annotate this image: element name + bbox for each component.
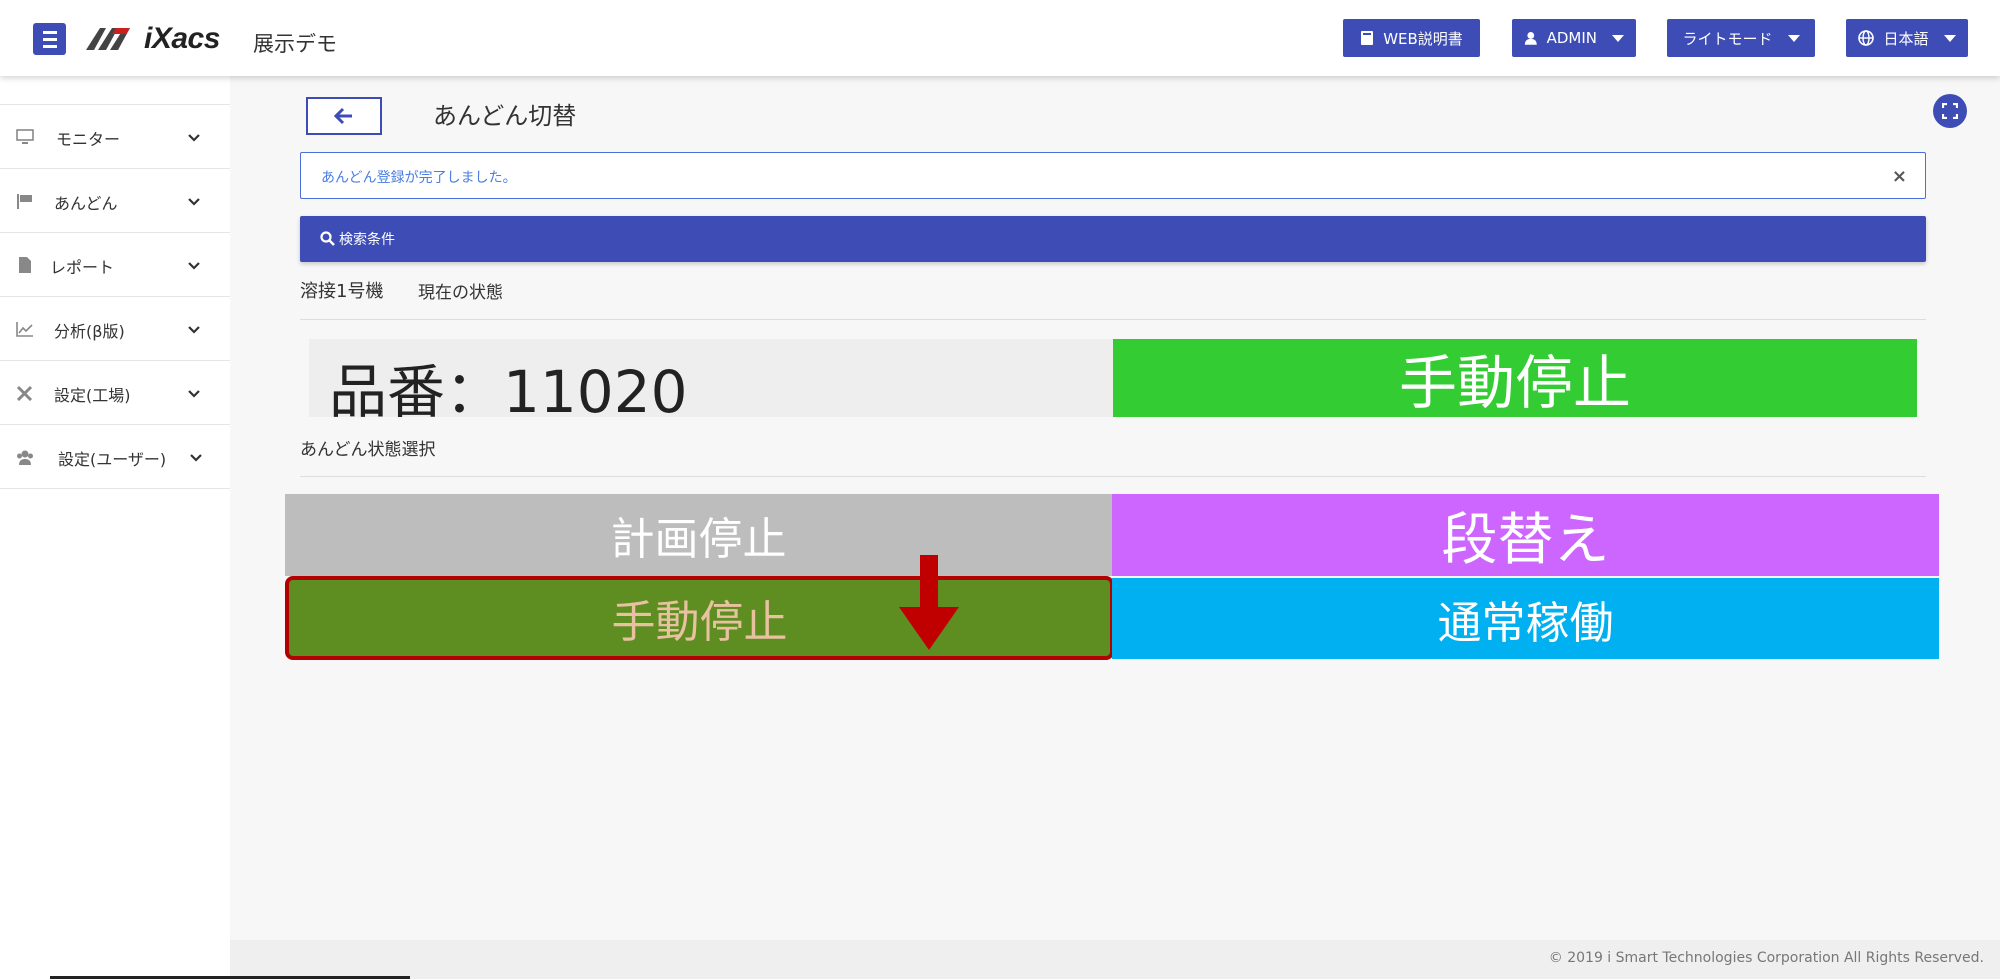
sidebar-item-label: モニター [56, 130, 121, 149]
user-icon [1524, 32, 1537, 45]
part-number-panel: 品番：11020 [309, 339, 1113, 426]
language-menu-label: 日本語 [1883, 29, 1929, 48]
sidebar-item-factory-settings[interactable]: 設定(工場) [0, 361, 230, 425]
menu-toggle-button[interactable] [33, 23, 66, 55]
machine-name: 溶接1号機 [300, 281, 384, 302]
users-icon [17, 450, 33, 465]
sidebar-item-label: レポート [50, 258, 115, 277]
ixacs-logo[interactable]: iXacs [86, 22, 220, 55]
alert-message: あんどん登録が完了しました。 [321, 170, 517, 186]
search-conditions-toggle[interactable]: 検索条件 [300, 216, 1926, 262]
footer: © 2019 i Smart Technologies Corporation … [230, 940, 2000, 979]
page-title: あんどん切替 [433, 102, 577, 130]
caret-down-icon [1943, 34, 1956, 42]
chevron-down-icon [188, 326, 200, 334]
user-menu-button[interactable]: ADMIN [1512, 19, 1636, 57]
caret-down-icon [1612, 34, 1624, 42]
andon-select-label: あんどん状態選択 [300, 440, 436, 460]
state-setup-change-button[interactable]: 段替え [1112, 494, 1939, 576]
red-arrow-down-icon [899, 555, 959, 650]
fullscreen-button[interactable] [1933, 94, 1967, 128]
language-menu-button[interactable]: 日本語 [1846, 19, 1968, 57]
success-alert: あんどん登録が完了しました。 × [300, 152, 1926, 199]
book-icon [1361, 31, 1374, 45]
alert-close-button[interactable]: × [1892, 166, 1907, 187]
divider [300, 476, 1926, 477]
sidebar-item-analysis[interactable]: 分析(β版) [0, 297, 230, 361]
globe-icon [1858, 30, 1875, 46]
state-manual-stop-button[interactable]: 手動停止 [285, 576, 1114, 660]
search-conditions-label: 検索条件 [339, 232, 395, 248]
back-button[interactable] [306, 97, 382, 135]
search-icon [320, 231, 335, 246]
logo-text: iXacs [144, 22, 220, 55]
web-manual-button[interactable]: WEB説明書 [1343, 19, 1480, 57]
document-icon [19, 257, 31, 273]
sidebar-item-label: 設定(ユーザー) [58, 450, 167, 469]
chevron-down-icon [188, 134, 200, 142]
arrow-left-icon [334, 107, 352, 125]
sidebar-item-andon[interactable]: あんどん [0, 169, 230, 233]
chevron-down-icon [188, 198, 200, 206]
sidebar-item-label: 設定(工場) [54, 386, 131, 405]
sidebar-item-label: あんどん [54, 194, 118, 213]
main-content: あんどん切替 あんどん登録が完了しました。 × 検索条件 溶接1号機 現在の状態… [230, 76, 2000, 940]
sidebar-item-user-settings[interactable]: 設定(ユーザー) [0, 425, 230, 489]
current-status-label: 現在の状態 [418, 283, 503, 303]
expand-icon [1942, 103, 1958, 119]
chevron-down-icon [188, 390, 200, 398]
monitor-icon [16, 129, 34, 144]
user-menu-label: ADMIN [1546, 29, 1597, 47]
divider [300, 319, 1926, 320]
state-normal-operation-button[interactable]: 通常稼働 [1112, 578, 1939, 659]
logo-mark-icon [86, 28, 130, 50]
part-number: 品番：11020 [329, 358, 688, 426]
chevron-down-icon [188, 262, 200, 270]
current-state-badge: 手動停止 [1113, 339, 1917, 417]
sidebar-menu: モニター あんどん レポート 分析(β版) 設定(工場) 設定(ユーザー) [0, 104, 230, 489]
sidebar-item-label: 分析(β版) [54, 322, 125, 341]
tools-icon [16, 385, 33, 401]
sidebar: モニター あんどん レポート 分析(β版) 設定(工場) 設定(ユーザー) [0, 76, 230, 979]
chart-line-icon [16, 322, 33, 337]
caret-down-icon [1787, 34, 1800, 42]
web-manual-label: WEB説明書 [1383, 29, 1463, 48]
chevron-down-icon [190, 454, 202, 462]
sidebar-item-report[interactable]: レポート [0, 233, 230, 297]
site-name: 展示デモ [253, 32, 337, 56]
theme-menu-label: ライトモード [1682, 29, 1773, 48]
copyright-text: © 2019 i Smart Technologies Corporation … [1548, 950, 1984, 966]
sidebar-item-monitor[interactable]: モニター [0, 105, 230, 169]
top-header: iXacs 展示デモ WEB説明書 ADMIN ライトモード 日本語 [0, 0, 2000, 76]
flag-icon [17, 194, 32, 209]
state-plan-stop-button[interactable]: 計画停止 [285, 494, 1112, 576]
theme-menu-button[interactable]: ライトモード [1667, 19, 1815, 57]
